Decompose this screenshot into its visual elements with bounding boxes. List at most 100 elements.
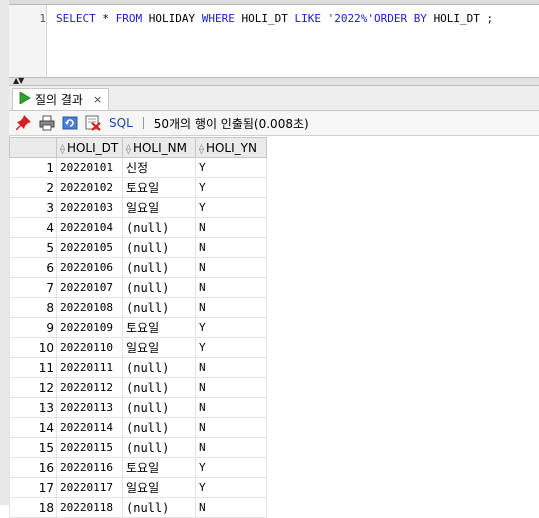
holi-nm-cell[interactable]: 신정 — [122, 157, 196, 178]
holi-yn-cell[interactable]: Y — [195, 317, 267, 338]
row-number-cell[interactable]: 16 — [9, 457, 57, 478]
holi-yn-cell[interactable]: N — [195, 277, 267, 298]
holi-dt-cell[interactable]: 20220117 — [56, 477, 123, 498]
row-number-cell[interactable]: 8 — [9, 297, 57, 318]
row-number-cell[interactable]: 6 — [9, 257, 57, 278]
holi-yn-cell[interactable]: N — [195, 297, 267, 318]
row-number-cell[interactable]: 3 — [9, 197, 57, 218]
holi-yn-cell[interactable]: Y — [195, 477, 267, 498]
table-row[interactable]: 14 20220114 (null) N — [9, 417, 267, 438]
holi-nm-cell[interactable]: (null) — [122, 377, 196, 398]
table-row[interactable]: 18 20220118 (null) N — [9, 497, 267, 518]
holi-dt-cell[interactable]: 20220118 — [56, 497, 123, 518]
pin-icon[interactable] — [15, 115, 32, 132]
close-icon[interactable]: × — [93, 93, 102, 106]
table-row[interactable]: 13 20220113 (null) N — [9, 397, 267, 418]
holi-yn-cell[interactable]: N — [195, 237, 267, 258]
holi-dt-cell[interactable]: 20220116 — [56, 457, 123, 478]
holi-nm-cell[interactable]: (null) — [122, 497, 196, 518]
table-row[interactable]: 11 20220111 (null) N — [9, 357, 267, 378]
sql-button[interactable]: SQL — [109, 116, 133, 130]
holi-yn-cell[interactable]: N — [195, 437, 267, 458]
holi-nm-cell[interactable]: (null) — [122, 397, 196, 418]
table-row[interactable]: 5 20220105 (null) N — [9, 237, 267, 258]
row-number-cell[interactable]: 11 — [9, 357, 57, 378]
holi-nm-cell[interactable]: 토요일 — [122, 177, 196, 198]
table-row[interactable]: 1 20220101 신정 Y — [9, 157, 267, 178]
holi-nm-cell[interactable]: 일요일 — [122, 197, 196, 218]
holi-dt-cell[interactable]: 20220112 — [56, 377, 123, 398]
holi-dt-cell[interactable]: 20220111 — [56, 357, 123, 378]
row-number-cell[interactable]: 1 — [9, 157, 57, 178]
holi-dt-cell[interactable]: 20220101 — [56, 157, 123, 178]
delete-icon[interactable] — [84, 115, 101, 132]
row-number-cell[interactable]: 10 — [9, 337, 57, 358]
holi-yn-cell[interactable]: Y — [195, 197, 267, 218]
holi-dt-cell[interactable]: 20220109 — [56, 317, 123, 338]
row-number-cell[interactable]: 9 — [9, 317, 57, 338]
table-row[interactable]: 15 20220115 (null) N — [9, 437, 267, 458]
holi-yn-cell[interactable]: Y — [195, 157, 267, 178]
holi-yn-cell[interactable]: Y — [195, 177, 267, 198]
holi-dt-cell[interactable]: 20220115 — [56, 437, 123, 458]
table-row[interactable]: 17 20220117 일요일 Y — [9, 477, 267, 498]
table-row[interactable]: 6 20220106 (null) N — [9, 257, 267, 278]
holi-dt-cell[interactable]: 20220110 — [56, 337, 123, 358]
row-number-cell[interactable]: 17 — [9, 477, 57, 498]
editor-results-splitter[interactable]: ▲▼ — [9, 76, 539, 86]
holi-yn-cell[interactable]: N — [195, 357, 267, 378]
holi-nm-cell[interactable]: 토요일 — [122, 457, 196, 478]
holi-dt-cell[interactable]: 20220113 — [56, 397, 123, 418]
holi-nm-cell[interactable]: (null) — [122, 217, 196, 238]
holi-dt-cell[interactable]: 20220108 — [56, 297, 123, 318]
row-number-cell[interactable]: 7 — [9, 277, 57, 298]
holi-nm-cell[interactable]: (null) — [122, 357, 196, 378]
holi-yn-cell[interactable]: N — [195, 397, 267, 418]
row-number-cell[interactable]: 15 — [9, 437, 57, 458]
row-number-cell[interactable]: 2 — [9, 177, 57, 198]
holi-dt-cell[interactable]: 20220104 — [56, 217, 123, 238]
sort-icon[interactable]: ⟠ — [199, 144, 204, 155]
row-number-cell[interactable]: 5 — [9, 237, 57, 258]
holi-nm-cell[interactable]: 일요일 — [122, 477, 196, 498]
column-header-holi-yn[interactable]: ⟠ HOLI_YN — [195, 137, 267, 158]
table-row[interactable]: 7 20220107 (null) N — [9, 277, 267, 298]
table-row[interactable]: 3 20220103 일요일 Y — [9, 197, 267, 218]
table-row[interactable]: 10 20220110 일요일 Y — [9, 337, 267, 358]
holi-yn-cell[interactable]: Y — [195, 337, 267, 358]
sort-icon[interactable]: ⟠ — [126, 144, 131, 155]
holi-dt-cell[interactable]: 20220102 — [56, 177, 123, 198]
holi-nm-cell[interactable]: (null) — [122, 277, 196, 298]
row-number-cell[interactable]: 4 — [9, 217, 57, 238]
holi-yn-cell[interactable]: N — [195, 217, 267, 238]
holi-yn-cell[interactable]: N — [195, 377, 267, 398]
holi-nm-cell[interactable]: 토요일 — [122, 317, 196, 338]
sql-editor[interactable]: 1 SELECT * FROM HOLIDAY WHERE HOLI_DT LI… — [9, 5, 539, 77]
holi-dt-cell[interactable]: 20220107 — [56, 277, 123, 298]
row-number-cell[interactable]: 12 — [9, 377, 57, 398]
table-row[interactable]: 12 20220112 (null) N — [9, 377, 267, 398]
row-number-cell[interactable]: 13 — [9, 397, 57, 418]
holi-dt-cell[interactable]: 20220103 — [56, 197, 123, 218]
table-row[interactable]: 9 20220109 토요일 Y — [9, 317, 267, 338]
holi-yn-cell[interactable]: N — [195, 497, 267, 518]
holi-nm-cell[interactable]: (null) — [122, 437, 196, 458]
column-header-holi-dt[interactable]: ⟠ HOLI_DT — [56, 137, 123, 158]
holi-nm-cell[interactable]: (null) — [122, 297, 196, 318]
holi-dt-cell[interactable]: 20220106 — [56, 257, 123, 278]
table-row[interactable]: 8 20220108 (null) N — [9, 297, 267, 318]
print-icon[interactable] — [38, 115, 55, 132]
tab-query-result[interactable]: 질의 결과 × — [12, 88, 110, 110]
row-number-cell[interactable]: 18 — [9, 497, 57, 518]
holi-nm-cell[interactable]: (null) — [122, 257, 196, 278]
refresh-icon[interactable] — [61, 115, 78, 132]
holi-nm-cell[interactable]: (null) — [122, 417, 196, 438]
holi-yn-cell[interactable]: N — [195, 257, 267, 278]
holi-nm-cell[interactable]: (null) — [122, 237, 196, 258]
splitter-arrows-icon[interactable]: ▲▼ — [13, 76, 24, 85]
holi-nm-cell[interactable]: 일요일 — [122, 337, 196, 358]
column-header-holi-nm[interactable]: ⟠ HOLI_NM — [122, 137, 196, 158]
table-row[interactable]: 4 20220104 (null) N — [9, 217, 267, 238]
holi-yn-cell[interactable]: N — [195, 417, 267, 438]
holi-dt-cell[interactable]: 20220114 — [56, 417, 123, 438]
